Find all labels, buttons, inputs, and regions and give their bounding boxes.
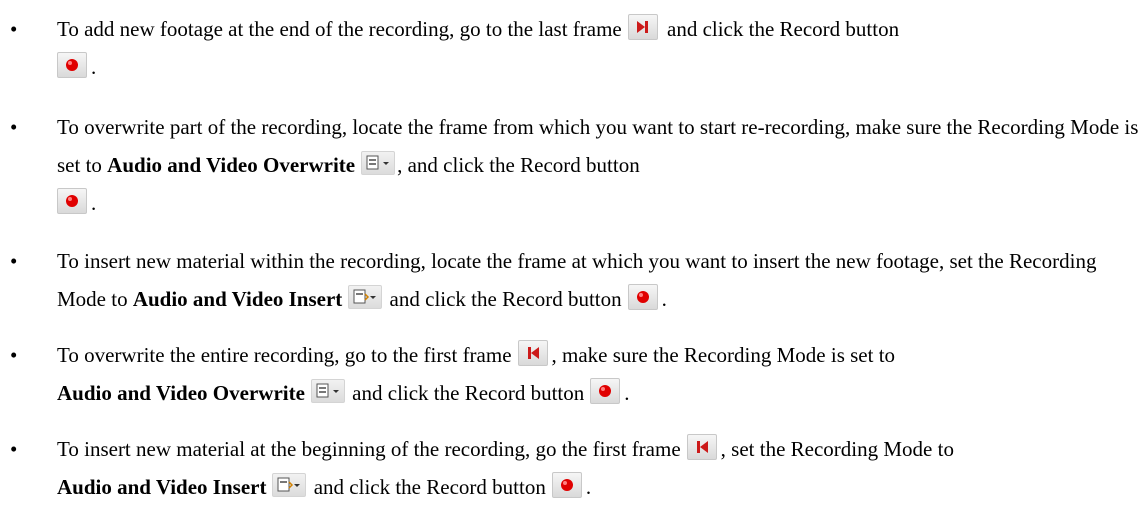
first-frame-icon [686, 434, 717, 460]
record-icon [57, 188, 87, 214]
insert-mode-icon [348, 285, 383, 309]
text-run: , make sure the Recording Mode is set to [551, 343, 896, 367]
bullet-marker: • [10, 115, 18, 139]
recording-mode-name: Audio and Video Insert [57, 475, 267, 499]
text-run: . [661, 287, 667, 311]
record-icon [551, 472, 582, 498]
list-item-text: To overwrite part of the recording, loca… [57, 108, 1139, 222]
last-frame-icon [627, 14, 658, 40]
first-frame-icon [517, 340, 548, 366]
text-run: and click the Record button [352, 381, 585, 405]
list-item-text: To insert new material at the beginning … [57, 430, 1139, 506]
bullet-marker: • [10, 437, 18, 461]
list-item-text: To insert new material within the record… [57, 242, 1139, 318]
text-run: To overwrite the entire recording, go to… [57, 343, 512, 367]
text-run: and click the Record button [313, 475, 546, 499]
overwrite-mode-icon [310, 379, 345, 403]
list-item-text: To add new footage at the end of the rec… [57, 10, 1139, 86]
record-icon [57, 52, 87, 78]
insert-mode-icon [272, 473, 307, 497]
bullet-marker: • [10, 249, 18, 273]
record-icon [590, 378, 621, 404]
bullet-marker: • [10, 343, 18, 367]
text-run: , set the Recording Mode to [720, 437, 954, 461]
overwrite-mode-icon [361, 151, 396, 175]
recording-mode-name: Audio and Video Overwrite [57, 381, 305, 405]
recording-mode-name: Audio and Video Insert [132, 287, 343, 311]
text-run: . [624, 381, 630, 405]
bullet-marker: • [10, 17, 18, 41]
record-icon [627, 284, 658, 310]
text-run: . [91, 55, 97, 79]
text-run: To add new footage at the end of the rec… [57, 17, 622, 41]
text-run: . [91, 191, 97, 215]
text-run: and click the Record button [667, 17, 900, 41]
list-item-text: To overwrite the entire recording, go to… [57, 336, 1139, 412]
document-page: • To add new footage at the end of the r… [0, 0, 1141, 522]
text-run: and click the Record button [389, 287, 622, 311]
text-run: . [585, 475, 592, 499]
recording-mode-name: Audio and Video Overwrite [107, 153, 356, 177]
text-run: , and click the Record button [397, 153, 640, 177]
text-run: To insert new material at the beginning … [57, 437, 681, 461]
